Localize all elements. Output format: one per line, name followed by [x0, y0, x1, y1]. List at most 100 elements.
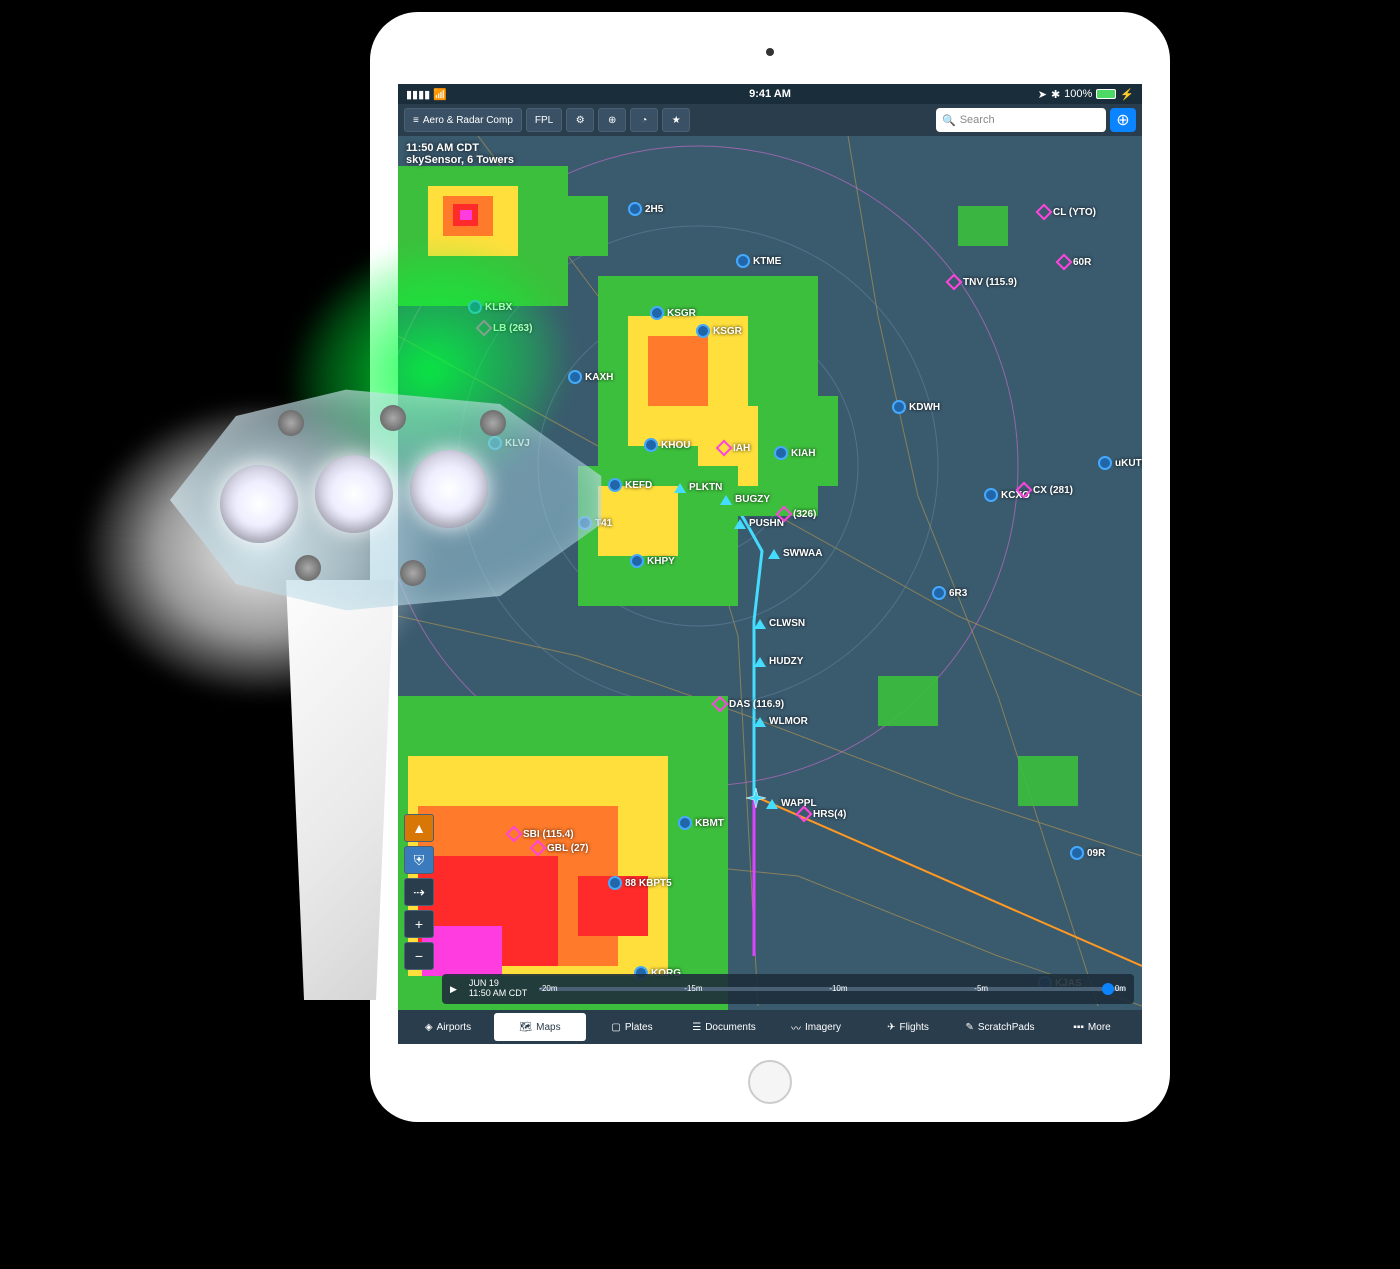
device-screw-3 — [480, 410, 506, 436]
waypoint-PUSHN[interactable]: PUSHN — [734, 518, 784, 529]
waypoint-BUGZY[interactable]: BUGZY — [720, 494, 770, 505]
waypoint-label: KTME — [753, 256, 781, 267]
waypoint-KBPT5[interactable]: 88 KBPT5 — [608, 876, 672, 890]
waypoint-WLMOR[interactable]: WLMOR — [754, 716, 808, 727]
waypoint-IAH (326)[interactable]: (326) — [778, 508, 816, 520]
ios-time: 9:41 AM — [749, 88, 791, 100]
globe-button[interactable]: ⊕ — [598, 108, 626, 132]
waypoint-DAS (116.9)[interactable]: DAS (116.9) — [714, 698, 784, 710]
airport-icon — [608, 876, 622, 890]
waypoint-HUDZY[interactable]: HUDZY — [754, 656, 803, 667]
airport-icon — [1070, 846, 1084, 860]
waypoint-60R[interactable]: 60R — [1058, 256, 1091, 268]
waypoint-KIAH[interactable]: KIAH — [774, 446, 815, 460]
timeline-track[interactable]: -20m -15m -10m -5m 0m — [539, 987, 1126, 991]
device-screw-5 — [400, 560, 426, 586]
waypoint-uKUTS[interactable]: uKUTS — [1098, 456, 1142, 470]
waypoint-KHOU[interactable]: KHOU — [644, 438, 690, 452]
waypoint-TNV (115.9)[interactable]: TNV (115.9) — [948, 276, 1017, 288]
battery-icon — [1096, 89, 1116, 99]
waypoint-KEFD[interactable]: KEFD — [608, 478, 652, 492]
timeline-ticks: -20m -15m -10m -5m 0m — [539, 984, 1126, 993]
gauge-button[interactable]: ◔ — [630, 108, 658, 132]
waypoint-KBMT[interactable]: KBMT — [678, 816, 724, 830]
waypoint-label: DAS (116.9) — [729, 699, 784, 710]
waypoint-label: HRS(4) — [813, 809, 846, 820]
ios-status-bar: ▮▮▮▮ 📶 9:41 AM ➤ ✱ 100% ⚡ — [398, 84, 1142, 104]
fix-icon — [674, 483, 686, 493]
locate-button[interactable]: ⊕ — [1110, 108, 1136, 132]
locate-icon: ⊕ — [1116, 110, 1129, 130]
airport-icon — [892, 400, 906, 414]
navaid-icon — [1036, 204, 1053, 221]
layers-button[interactable]: ≡ Aero & Radar Comp — [404, 108, 522, 132]
gauge-icon: ◔ — [641, 115, 647, 126]
waypoint-label: CL (YTO) — [1053, 207, 1096, 218]
tab-plates[interactable]: ▢Plates — [586, 1013, 678, 1041]
settings-button[interactable]: ⚙ — [566, 108, 594, 132]
airport-icon — [650, 306, 664, 320]
waypoint-label: KSGR — [667, 308, 696, 319]
tab-imagery[interactable]: 〰Imagery — [770, 1013, 862, 1041]
waypoint-CL (YTO)[interactable]: CL (YTO) — [1038, 206, 1096, 218]
waypoint-KDWH[interactable]: KDWH — [892, 400, 940, 414]
layers-label: Aero & Radar Comp — [423, 115, 513, 126]
waypoint-KTME[interactable]: KTME — [736, 254, 781, 268]
waypoint-HRS[interactable]: HRS(4) — [798, 808, 846, 820]
airports-icon: ◈ — [425, 1022, 433, 1033]
fpl-button[interactable]: FPL — [526, 108, 562, 132]
charging-icon: ⚡ — [1120, 88, 1134, 101]
map-info-source: skySensor, 6 Towers — [406, 154, 514, 166]
waypoint-CLWSN[interactable]: CLWSN — [754, 618, 805, 629]
waypoint-label: WLMOR — [769, 716, 808, 727]
device-led-3 — [410, 450, 488, 528]
device-screw-4 — [295, 555, 321, 581]
navaid-icon — [1056, 254, 1073, 271]
tab-flights[interactable]: ✈Flights — [862, 1013, 954, 1041]
tab-scratchpads[interactable]: ✎ScratchPads — [954, 1013, 1046, 1041]
waypoint-KSGR2[interactable]: KSGR — [696, 324, 742, 338]
fix-icon — [720, 495, 732, 505]
globe-icon: ⊕ — [608, 115, 616, 126]
waypoint-CX (281)[interactable]: CX (281) — [1018, 484, 1073, 496]
waypoint-label: CX (281) — [1033, 485, 1073, 496]
signal-icon: ▮▮▮▮ 📶 — [406, 88, 447, 101]
airport-icon — [696, 324, 710, 338]
scratchpads-icon: ✎ — [965, 1022, 973, 1033]
waypoint-09R[interactable]: 09R — [1070, 846, 1105, 860]
documents-icon: ☰ — [692, 1022, 701, 1033]
waypoint-label: 09R — [1087, 848, 1105, 859]
waypoint-6R3[interactable]: 6R3 — [932, 586, 967, 600]
airport-icon — [628, 202, 642, 216]
waypoint-label: uKUTS — [1115, 458, 1142, 469]
tab-more[interactable]: ▪▪▪More — [1046, 1013, 1138, 1041]
layers-icon: ≡ — [413, 115, 419, 126]
battery-percent: 100% — [1064, 88, 1092, 100]
ipad-home-button[interactable] — [748, 1060, 792, 1104]
navaid-icon — [712, 696, 729, 713]
flights-icon: ✈ — [887, 1022, 895, 1033]
tab-documents[interactable]: ☰Documents — [678, 1013, 770, 1041]
search-input[interactable]: 🔍 Search — [936, 108, 1106, 132]
waypoint-2H5[interactable]: 2H5 — [628, 202, 663, 216]
map-info-overlay: 11:50 AM CDT skySensor, 6 Towers — [406, 142, 514, 166]
device-tail — [250, 580, 430, 1000]
waypoint-label: BUGZY — [735, 494, 770, 505]
waypoint-PLKTN[interactable]: PLKTN — [674, 482, 722, 493]
airport-icon — [736, 254, 750, 268]
waypoint-KSGR[interactable]: KSGR — [650, 306, 696, 320]
fix-icon — [734, 519, 746, 529]
waypoint-label: IAH — [733, 443, 750, 454]
waypoint-label: 6R3 — [949, 588, 967, 599]
waypoint-SWWAA[interactable]: SWWAA — [768, 548, 822, 559]
star-button[interactable]: ★ — [662, 108, 690, 132]
waypoint-label: KSGR — [713, 326, 742, 337]
ipad-camera — [766, 48, 774, 56]
waypoint-label: KIAH — [791, 448, 815, 459]
waypoint-IAH[interactable]: IAH — [718, 442, 750, 454]
waypoint-KHPY[interactable]: KHPY — [630, 554, 675, 568]
device-screw-2 — [380, 405, 406, 431]
waypoint-label: TNV (115.9) — [963, 277, 1017, 288]
search-placeholder: Search — [960, 114, 995, 126]
ownship-aircraft-icon — [744, 786, 768, 815]
